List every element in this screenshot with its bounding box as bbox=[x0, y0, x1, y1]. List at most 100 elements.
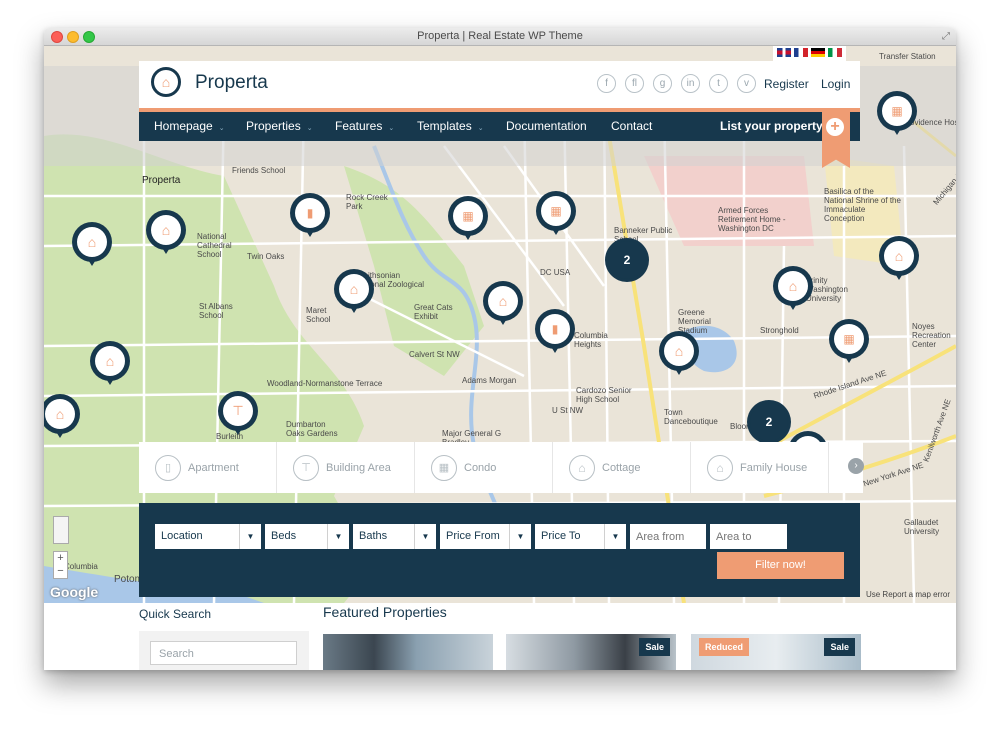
map-cluster[interactable]: 2 bbox=[747, 400, 791, 444]
france-flag-icon[interactable] bbox=[794, 48, 808, 57]
list-your-property-link[interactable]: List your property bbox=[720, 119, 823, 133]
map-label: Noyes Recreation Center bbox=[912, 322, 951, 349]
map-marker-house[interactable]: ⌂ bbox=[72, 222, 112, 266]
map-cluster[interactable]: 2 bbox=[605, 238, 649, 282]
crane-icon: ⊤ bbox=[232, 403, 244, 418]
nav-item-documentation[interactable]: Documentation bbox=[506, 119, 587, 133]
google-plus-icon[interactable]: g bbox=[653, 74, 672, 93]
map-marker-house[interactable]: ⌂ bbox=[483, 281, 523, 325]
price-from-select[interactable]: Price From ▼ bbox=[440, 524, 531, 549]
type-building-area[interactable]: ⊤ Building Area bbox=[277, 442, 415, 493]
map-label: Woodland-Normanstone Terrace bbox=[267, 379, 383, 388]
house-icon: ⌂ bbox=[161, 74, 171, 90]
map-label: Trinity Washington University bbox=[806, 276, 848, 303]
social-links: f fl g in t v bbox=[597, 74, 756, 93]
map-marker-condo[interactable]: ▦ bbox=[877, 91, 917, 135]
fullscreen-icon[interactable]: ⤢ bbox=[942, 31, 950, 42]
map-marker-condo[interactable]: ▦ bbox=[536, 191, 576, 235]
chevron-down-icon: ⌄ bbox=[477, 125, 484, 132]
germany-flag-icon[interactable] bbox=[811, 48, 825, 57]
map-marker-house[interactable]: ⌂ bbox=[146, 210, 186, 254]
family-house-icon: ⌂ bbox=[894, 248, 904, 264]
brand-name[interactable]: Properta bbox=[195, 72, 268, 94]
map-label: Rock Creek Park bbox=[346, 193, 388, 211]
flickr-icon[interactable]: fl bbox=[625, 74, 644, 93]
zoom-out-button[interactable]: − bbox=[54, 565, 67, 578]
facebook-icon[interactable]: f bbox=[597, 74, 616, 93]
house-icon: ⌂ bbox=[55, 406, 65, 422]
location-select[interactable]: Location ▼ bbox=[155, 524, 261, 549]
chevron-down-icon: ⌄ bbox=[388, 125, 395, 132]
map-marker-condo[interactable]: ▦ bbox=[448, 196, 488, 240]
type-label: Family House bbox=[740, 461, 808, 474]
register-link[interactable]: Register bbox=[764, 77, 809, 91]
plus-icon: + bbox=[826, 118, 844, 136]
type-label: Cottage bbox=[602, 461, 641, 474]
map-label: Transfer Station bbox=[879, 52, 936, 61]
nav-label: Homepage bbox=[154, 119, 213, 133]
type-condo[interactable]: ▦ Condo bbox=[415, 442, 553, 493]
nav-item-properties[interactable]: Properties ⌄ bbox=[246, 119, 313, 133]
zoom-in-button[interactable]: + bbox=[54, 552, 67, 565]
map-marker-family-house[interactable]: ⌂ bbox=[879, 236, 919, 280]
property-card-image[interactable]: Reduced Sale bbox=[691, 634, 861, 670]
type-cottage[interactable]: ⌂ Cottage bbox=[553, 442, 691, 493]
crane-icon: ⊤ bbox=[293, 454, 319, 481]
map-marker-cottage[interactable]: ⌂ bbox=[773, 266, 813, 310]
sale-badge: Sale bbox=[639, 638, 670, 656]
select-value: Baths bbox=[359, 530, 388, 542]
map-marker-family-house[interactable]: ⌂ bbox=[90, 341, 130, 385]
window-titlebar: Properta | Real Estate WP Theme ⤢ bbox=[44, 28, 956, 46]
login-link[interactable]: Login bbox=[821, 77, 850, 91]
chevron-down-icon: ▼ bbox=[327, 524, 349, 549]
nav-item-homepage[interactable]: Homepage ⌄ bbox=[154, 119, 225, 133]
cottage-icon: ⌂ bbox=[788, 278, 798, 294]
map-marker-family-house[interactable]: ⌂ bbox=[334, 269, 374, 313]
nav-item-features[interactable]: Features ⌄ bbox=[335, 119, 394, 133]
map-label: Stronghold bbox=[760, 326, 799, 335]
nav-item-templates[interactable]: Templates ⌄ bbox=[417, 119, 484, 133]
type-family-house[interactable]: ⌂ Family House bbox=[691, 442, 829, 493]
nav-label: Properties bbox=[246, 119, 301, 133]
map-marker-apartment[interactable]: ▮ bbox=[535, 309, 575, 353]
vimeo-icon[interactable]: v bbox=[737, 74, 756, 93]
map-footer-links[interactable]: Use Report a map error bbox=[866, 590, 950, 599]
map-marker-condo[interactable]: ▦ bbox=[829, 319, 869, 363]
baths-select[interactable]: Baths ▼ bbox=[353, 524, 436, 549]
featured-properties-title: Featured Properties bbox=[323, 604, 447, 620]
uk-flag-icon[interactable] bbox=[777, 48, 791, 57]
condo-icon: ▦ bbox=[843, 332, 855, 346]
property-card-image[interactable] bbox=[323, 634, 493, 670]
house-icon: ⌂ bbox=[161, 222, 171, 238]
map-label: Adams Morgan bbox=[462, 376, 517, 385]
tumblr-icon[interactable]: t bbox=[709, 74, 728, 93]
area-to-input[interactable] bbox=[710, 524, 787, 549]
map-zoom-control[interactable]: + − bbox=[53, 551, 68, 579]
quick-search-input[interactable]: Search bbox=[150, 641, 297, 665]
condo-icon: ▦ bbox=[550, 204, 562, 218]
linkedin-icon[interactable]: in bbox=[681, 74, 700, 93]
chevron-down-icon: ⌄ bbox=[306, 125, 313, 132]
beds-select[interactable]: Beds ▼ bbox=[265, 524, 349, 549]
nav-item-contact[interactable]: Contact bbox=[611, 119, 652, 133]
type-label: Building Area bbox=[326, 461, 391, 474]
area-from-input[interactable] bbox=[630, 524, 706, 549]
map-marker-apartment[interactable]: ▮ bbox=[290, 193, 330, 237]
map-label: U St NW bbox=[552, 406, 584, 415]
filter-now-button[interactable]: Filter now! bbox=[717, 552, 844, 579]
type-apartment[interactable]: ▯ Apartment bbox=[139, 442, 277, 493]
street-view-pegman-icon[interactable] bbox=[53, 516, 69, 544]
chevron-right-icon[interactable]: › bbox=[848, 458, 864, 474]
price-to-select[interactable]: Price To ▼ bbox=[535, 524, 626, 549]
map-label: Properta bbox=[142, 175, 181, 186]
map-marker-house[interactable]: ⌂ bbox=[44, 394, 80, 438]
logo-icon[interactable]: ⌂ bbox=[151, 67, 181, 97]
map-marker-building-area[interactable]: ⊤ bbox=[218, 391, 258, 435]
chevron-down-icon: ▼ bbox=[414, 524, 436, 549]
condo-icon: ▦ bbox=[891, 104, 903, 118]
map-label: Dumbarton Oaks Gardens bbox=[286, 420, 338, 438]
property-card-image[interactable]: Sale bbox=[506, 634, 676, 670]
nav-label: Templates bbox=[417, 119, 472, 133]
map-marker-family-house[interactable]: ⌂ bbox=[659, 331, 699, 375]
italy-flag-icon[interactable] bbox=[828, 48, 842, 57]
